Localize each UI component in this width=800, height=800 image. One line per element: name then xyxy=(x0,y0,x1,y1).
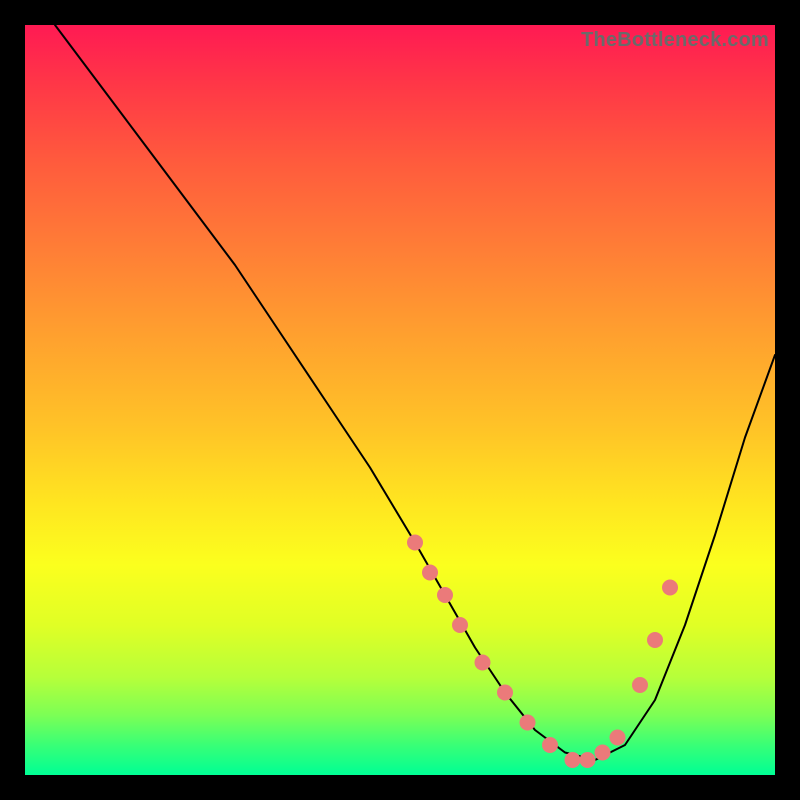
watermark-label: TheBottleneck.com xyxy=(581,29,769,52)
chart-frame: TheBottleneck.com xyxy=(25,25,775,775)
plot-area: TheBottleneck.com xyxy=(25,25,775,775)
heatmap-background xyxy=(25,25,775,775)
